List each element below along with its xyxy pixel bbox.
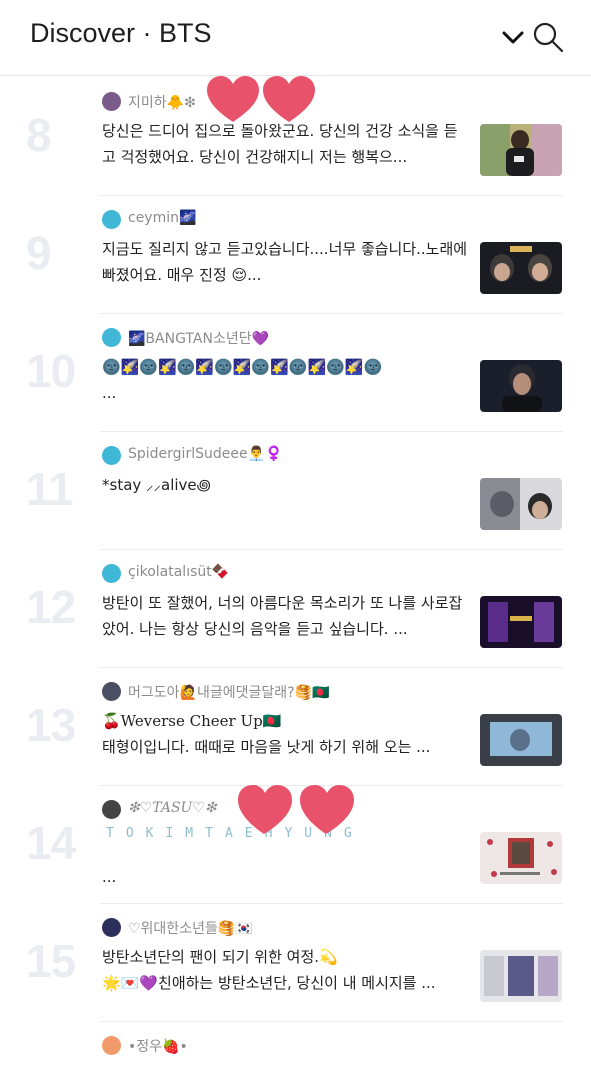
post-thumbnail[interactable]: [480, 596, 562, 648]
rank-number: 8: [26, 109, 52, 161]
post-thumbnail[interactable]: [480, 714, 562, 766]
avatar[interactable]: [102, 210, 121, 229]
post-item[interactable]: 14 ❇♡TASU♡❇ TOKIMTAEHYUNG ...: [0, 786, 591, 904]
rank-number: 14: [26, 817, 76, 869]
rank-number: 9: [26, 227, 52, 279]
post-item[interactable]: 10 🌌BANGTAN소년단💜 🌚🌠🌚🌠🌚🌠🌚🌠🌚🌠🌚🌠🌚🌠🌚 ...: [0, 314, 591, 432]
username[interactable]: 🌌BANGTAN소년단💜: [128, 328, 269, 348]
username[interactable]: 머그도아🙋내글에댓글달래?🥞🇧🇩: [128, 682, 329, 702]
username[interactable]: SpidergirlSudeee👨‍💼♀️: [128, 446, 282, 462]
post-text: 지금도 질리지 않고 듣고있습니다....너무 좋습니다..노래에 빠졌어요. …: [102, 240, 468, 284]
page-title: Discover · BTS: [30, 18, 212, 48]
rank-number: 15: [26, 935, 76, 987]
post-item[interactable]: 13 머그도아🙋내글에댓글달래?🥞🇧🇩 🍒Weverse Cheer Up🇧🇩 …: [0, 668, 591, 786]
username[interactable]: ceymin🌌: [128, 210, 196, 226]
post-text: 당신은 드디어 집으로 돌아왔군요. 당신의 건강 소식을 듣고 걱정했어요. …: [102, 122, 458, 166]
post-thumbnail[interactable]: [480, 832, 562, 884]
avatar[interactable]: [102, 446, 121, 465]
avatar[interactable]: [102, 328, 121, 347]
username[interactable]: ♡위대한소년들🥞🇰🇷: [128, 918, 253, 938]
post-text: *stay ⸝⸝alive꩜: [102, 476, 211, 494]
rank-number: 13: [26, 699, 76, 751]
post-text: 방탄이 또 잘했어, 너의 아름다운 목소리가 또 나를 사로잡았어. 나는 항…: [102, 594, 463, 638]
app-header: Discover · BTS: [0, 0, 591, 76]
post-thumbnail[interactable]: [480, 124, 562, 176]
post-text: 🌚🌠🌚🌠🌚🌠🌚🌠🌚🌠🌚🌠🌚🌠🌚 ...: [102, 358, 383, 402]
post-thumbnail[interactable]: [480, 478, 562, 530]
post-item[interactable]: 12 çikolatalısüt🍫 방탄이 또 잘했어, 너의 아름다운 목소리…: [0, 550, 591, 668]
search-icon[interactable]: [531, 20, 565, 54]
username[interactable]: 지미하🐥❇: [128, 92, 196, 112]
avatar[interactable]: [102, 800, 121, 819]
username[interactable]: •정우🍓•: [128, 1036, 188, 1056]
post-thumbnail[interactable]: [480, 242, 562, 294]
avatar[interactable]: [102, 682, 121, 701]
rank-number: 10: [26, 345, 76, 397]
post-item[interactable]: •정우🍓•: [0, 1022, 591, 1082]
post-text: 🍒Weverse Cheer Up🇧🇩 태형이입니다. 때때로 마음을 낫게 하…: [102, 712, 431, 756]
post-thumbnail[interactable]: [480, 950, 562, 1002]
username[interactable]: ❇♡TASU♡❇: [128, 800, 217, 816]
username[interactable]: çikolatalısüt🍫: [128, 564, 229, 580]
post-item[interactable]: 8 지미하🐥❇ 당신은 드디어 집으로 돌아왔군요. 당신의 건강 소식을 듣고…: [0, 78, 591, 196]
chevron-down-icon[interactable]: [500, 24, 526, 50]
post-text: ...: [102, 868, 117, 886]
avatar[interactable]: [102, 92, 121, 111]
avatar[interactable]: [102, 918, 121, 937]
post-item[interactable]: 11 SpidergirlSudeee👨‍💼♀️ *stay ⸝⸝alive꩜: [0, 432, 591, 550]
avatar[interactable]: [102, 564, 121, 583]
decorative-text: TOKIMTAEHYUNG: [106, 826, 364, 841]
post-item[interactable]: 15 ♡위대한소년들🥞🇰🇷 방탄소년단의 팬이 되기 위한 여정.💫 🌟💌💜친애…: [0, 904, 591, 1022]
rank-number: 11: [26, 463, 74, 515]
avatar[interactable]: [102, 1036, 121, 1055]
post-text: 방탄소년단의 팬이 되기 위한 여정.💫 🌟💌💜친애하는 방탄소년단, 당신이 …: [102, 948, 436, 992]
rank-number: 12: [26, 581, 76, 633]
post-thumbnail[interactable]: [480, 360, 562, 412]
post-item[interactable]: 9 ceymin🌌 지금도 질리지 않고 듣고있습니다....너무 좋습니다..…: [0, 196, 591, 314]
